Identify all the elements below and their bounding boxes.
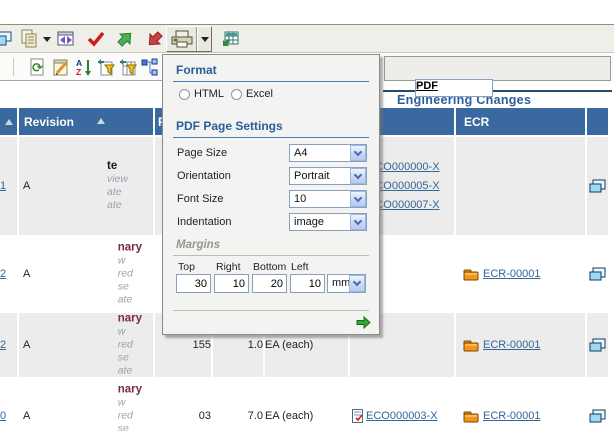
item-number-link[interactable]: 2	[0, 268, 6, 280]
orientation-label: Orientation	[177, 170, 231, 182]
margin-bottom-label: Bottom	[253, 261, 286, 273]
open-in-window-icon[interactable]	[589, 409, 606, 424]
open-in-window-icon[interactable]	[589, 338, 606, 353]
ecr-link[interactable]: ECR-00001	[483, 410, 540, 422]
margin-top-label: Top	[178, 261, 195, 273]
divider	[173, 310, 369, 311]
find-num-value: 03	[155, 379, 211, 431]
filter-page-icon[interactable]	[96, 57, 116, 77]
margin-left-input[interactable]	[290, 274, 325, 293]
folder-icon	[463, 410, 479, 423]
folder-icon	[463, 339, 479, 352]
eco-link[interactable]: ECO000003-X	[366, 410, 438, 422]
divider	[173, 137, 369, 138]
promote-arrow-icon[interactable]	[115, 29, 135, 49]
print-dropdown-caret[interactable]	[198, 29, 212, 49]
application-window: ⟳ AZ Engineering Changes Revision F	[0, 0, 614, 431]
open-in-window-icon[interactable]	[589, 267, 606, 282]
indentation-select[interactable]: image	[289, 213, 367, 231]
radio-icon[interactable]	[179, 89, 190, 100]
lifecycle-phase: te view ate ate	[107, 160, 128, 212]
column-header-revision[interactable]: Revision	[19, 108, 153, 135]
open-in-window-icon[interactable]	[589, 179, 606, 194]
column-header-ecr: ECR	[456, 108, 585, 135]
demote-arrow-icon[interactable]	[145, 29, 165, 49]
refresh-icon[interactable]: ⟳	[27, 57, 47, 77]
revision-value: A	[23, 339, 30, 351]
main-toolbar	[0, 24, 614, 53]
margin-unit-select[interactable]: mm	[327, 274, 366, 293]
column-header-item[interactable]	[0, 108, 17, 135]
toolbar-grip	[13, 58, 14, 76]
radio-option-html[interactable]: HTML	[179, 88, 224, 100]
window-cascade-icon[interactable]	[0, 29, 13, 49]
svg-text:⟳: ⟳	[32, 61, 43, 76]
print-button-group	[166, 26, 212, 52]
font-size-select[interactable]: 10	[289, 190, 367, 208]
svg-text:Z: Z	[76, 67, 81, 77]
approve-check-icon[interactable]	[86, 29, 106, 49]
chevron-down-icon[interactable]	[350, 168, 366, 184]
indentation-label: Indentation	[177, 216, 231, 228]
format-section-title: Format	[176, 63, 217, 77]
ecr-link[interactable]: ECR-00001	[483, 268, 540, 280]
page-size-select[interactable]: A4	[289, 144, 367, 162]
item-number-link[interactable]: 1	[0, 180, 6, 192]
print-icon[interactable]	[170, 29, 194, 49]
uom-value: EA (each)	[265, 379, 348, 431]
sort-asc-icon	[97, 118, 105, 124]
qty-value: 7.0	[213, 379, 263, 431]
margin-bottom-input[interactable]	[252, 274, 287, 293]
sort-asc-icon	[5, 119, 13, 125]
copy-icon[interactable]	[19, 29, 39, 49]
swap-window-icon[interactable]	[56, 29, 76, 49]
orientation-select[interactable]: Portrait	[289, 167, 367, 185]
print-format-dialog: Format HTML Excel PDF PDF Page Settings …	[162, 54, 380, 335]
divider	[173, 255, 369, 256]
radio-option-excel[interactable]: Excel	[231, 88, 273, 100]
column-header-actions	[587, 108, 608, 135]
format-options: HTML Excel PDF	[163, 88, 381, 102]
table-toolbar-right-panel	[384, 56, 611, 81]
margin-right-input[interactable]	[214, 274, 249, 293]
item-number-link[interactable]: 0	[0, 410, 6, 422]
chevron-down-icon[interactable]	[350, 214, 366, 230]
folder-icon	[463, 268, 479, 281]
margins-section-title: Margins	[176, 239, 220, 251]
toolbar-divider	[0, 80, 163, 81]
filter-table-icon[interactable]	[118, 57, 138, 77]
copy-dropdown-caret[interactable]	[41, 29, 53, 49]
lifecycle-phase: nary w red se ate	[118, 384, 142, 431]
lifecycle-phase: nary w red se ate	[118, 242, 142, 307]
chevron-down-icon[interactable]	[350, 145, 366, 161]
export-table-icon[interactable]	[220, 29, 240, 49]
item-number-link[interactable]: 2	[0, 339, 6, 351]
radio-icon[interactable]	[231, 89, 242, 100]
divider	[173, 81, 369, 82]
revision-value: A	[23, 410, 30, 422]
ecr-link[interactable]: ECR-00001	[483, 339, 540, 351]
chevron-down-icon[interactable]	[349, 275, 365, 292]
submit-arrow-button[interactable]	[356, 316, 371, 329]
font-size-label: Font Size	[177, 193, 223, 205]
margin-top-input[interactable]	[176, 274, 211, 293]
revision-value: A	[23, 268, 30, 280]
margin-right-label: Right	[216, 261, 241, 273]
hierarchy-icon[interactable]	[140, 57, 160, 77]
lifecycle-phase: nary w red se ate	[118, 313, 142, 378]
chevron-down-icon[interactable]	[350, 191, 366, 207]
pdf-settings-section-title: PDF Page Settings	[176, 119, 283, 133]
sort-az-icon[interactable]: AZ	[74, 57, 94, 77]
change-order-icon	[352, 409, 363, 423]
table-row: 0 A nary w red se ate 03 7.0 EA (each) E…	[0, 379, 608, 431]
revision-value: A	[23, 180, 30, 192]
edit-icon[interactable]	[51, 57, 71, 77]
margin-left-label: Left	[291, 261, 309, 273]
page-size-label: Page Size	[177, 147, 227, 159]
